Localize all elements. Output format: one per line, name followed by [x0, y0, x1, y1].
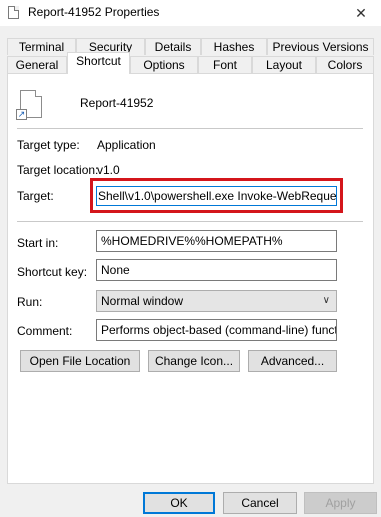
tab-previous-versions[interactable]: Previous Versions: [267, 38, 374, 55]
tab-font[interactable]: Font: [198, 56, 252, 73]
tab-colors[interactable]: Colors: [316, 56, 374, 73]
window-title: Report-41952 Properties: [28, 5, 160, 19]
separator: [17, 128, 363, 129]
advanced-button[interactable]: Advanced...: [248, 350, 337, 372]
apply-button[interactable]: Apply: [304, 492, 377, 514]
target-type-label: Target type:: [17, 138, 80, 152]
start-in-input[interactable]: %HOMEDRIVE%%HOMEPATH%: [96, 230, 337, 252]
tab-terminal[interactable]: Terminal: [7, 38, 76, 55]
open-file-location-button[interactable]: Open File Location: [20, 350, 140, 372]
change-icon-button[interactable]: Change Icon...: [148, 350, 240, 372]
target-location-label: Target location:: [17, 163, 99, 177]
tab-shortcut[interactable]: Shortcut: [67, 52, 130, 74]
target-label: Target:: [17, 189, 54, 203]
start-in-label: Start in:: [17, 236, 59, 250]
document-icon: [8, 6, 19, 19]
shortcut-name: Report-41952: [80, 96, 154, 110]
shortcut-key-input[interactable]: None: [96, 259, 337, 281]
run-select[interactable]: Normal window ∨: [96, 290, 337, 312]
target-type-value: Application: [97, 138, 156, 152]
shortcut-key-label: Shortcut key:: [17, 265, 88, 279]
properties-window: Report-41952 Properties ✕ Terminal Secur…: [0, 0, 381, 517]
run-select-value: Normal window: [101, 294, 184, 308]
target-location-value: v1.0: [97, 163, 120, 177]
comment-label: Comment:: [17, 324, 73, 338]
tab-options[interactable]: Options: [130, 56, 198, 73]
title-bar: Report-41952 Properties ✕: [0, 0, 381, 26]
close-icon[interactable]: ✕: [341, 0, 381, 26]
run-label: Run:: [17, 295, 43, 309]
shortcut-arrow-icon: ↗: [16, 109, 27, 120]
chevron-down-icon: ∨: [322, 295, 330, 306]
tab-general[interactable]: General: [7, 56, 67, 73]
separator: [17, 221, 363, 222]
tab-layout[interactable]: Layout: [252, 56, 316, 73]
target-input[interactable]: Shell\v1.0\powershell.exe Invoke-WebRequ…: [96, 186, 337, 206]
cancel-button[interactable]: Cancel: [223, 492, 297, 514]
tab-details[interactable]: Details: [145, 38, 201, 55]
ok-button[interactable]: OK: [143, 492, 215, 514]
tab-hashes[interactable]: Hashes: [201, 38, 267, 55]
comment-input[interactable]: Performs object-based (command-line) fun…: [96, 319, 337, 341]
